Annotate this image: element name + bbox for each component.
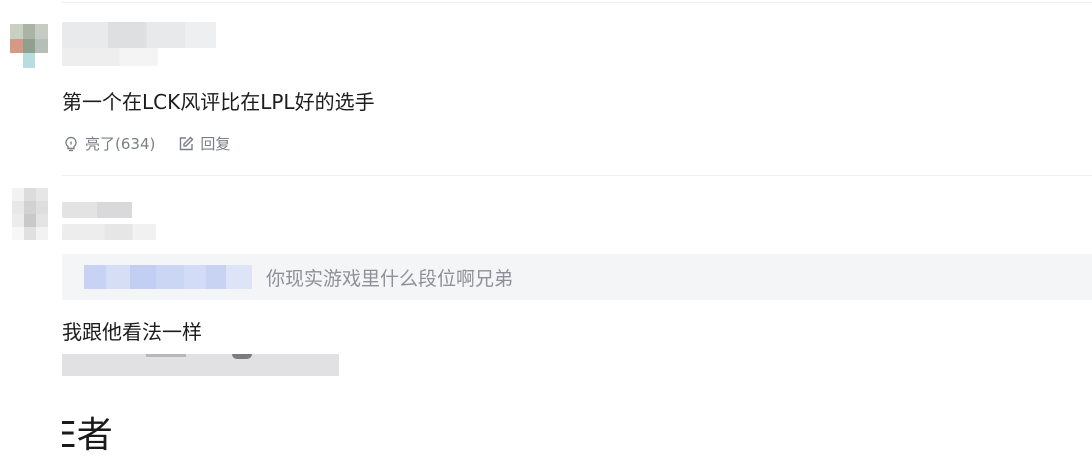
- reply-label: 回复: [200, 135, 231, 153]
- avatar[interactable]: [10, 24, 48, 68]
- quoted-reply[interactable]: 你现实游戏里什么段位啊兄弟: [62, 254, 1092, 300]
- quoted-username[interactable]: [84, 265, 252, 289]
- edit-icon: [180, 136, 194, 150]
- like-label: 亮了(634): [85, 135, 156, 153]
- image-detail: [232, 354, 252, 359]
- comment-text: 我跟他看法一样: [62, 320, 202, 344]
- avatar[interactable]: [12, 188, 48, 240]
- comment-meta: [62, 48, 158, 66]
- comment-divider: [62, 175, 1092, 176]
- quoted-text: 你现实游戏里什么段位啊兄弟: [266, 267, 514, 290]
- comment-actions: 亮了(634) 回复: [62, 133, 230, 154]
- username[interactable]: [62, 202, 132, 218]
- top-divider: [62, 2, 1092, 3]
- comment-meta: [62, 224, 156, 240]
- reply-button[interactable]: 回复: [177, 133, 230, 154]
- lightbulb-icon: [65, 136, 77, 151]
- username[interactable]: [62, 22, 216, 48]
- image-caption-fragment: E者: [62, 415, 113, 456]
- like-button[interactable]: 亮了(634): [62, 133, 155, 154]
- attached-image[interactable]: [62, 354, 339, 376]
- image-detail: [146, 354, 186, 357]
- comment-text: 第一个在LCK风评比在LPL好的选手: [62, 90, 375, 114]
